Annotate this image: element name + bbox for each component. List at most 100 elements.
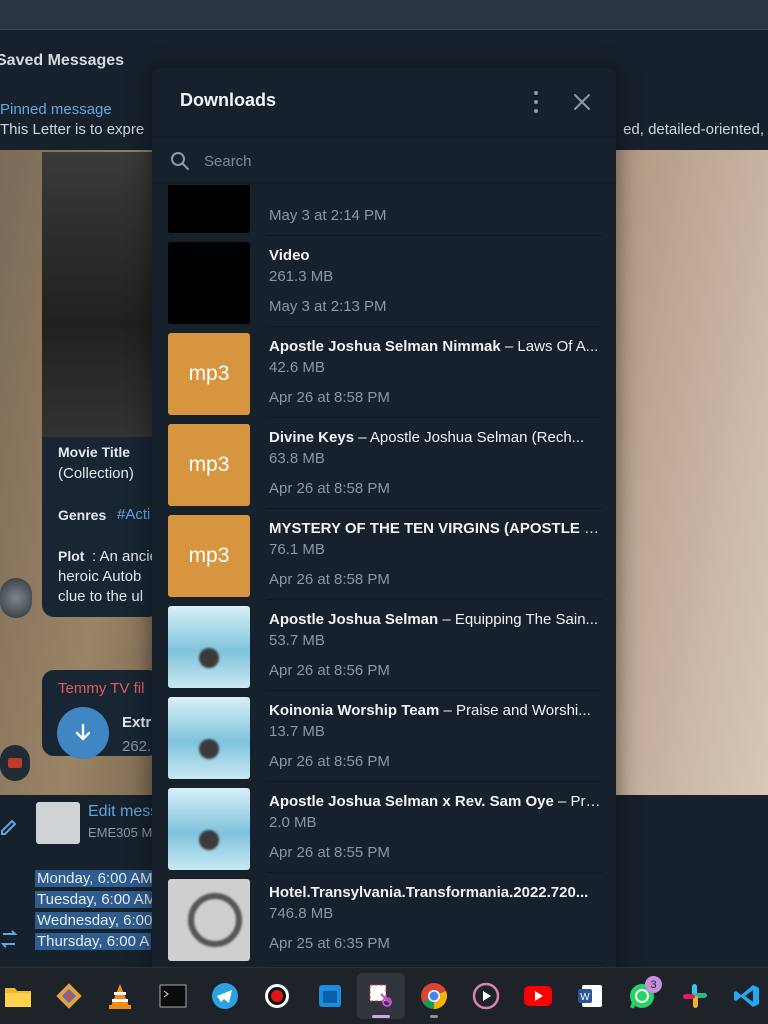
file-title-bold: Divine Keys [269, 429, 355, 446]
file-thumbnail[interactable] [168, 242, 250, 324]
download-item[interactable]: Apostle Joshua Selman x Rev. Sam Oye – P… [152, 782, 616, 873]
file-title: Hotel.Transylvania.Transformania.2022.72… [269, 884, 603, 901]
file-title-rest: – Praise and Worshi... [439, 702, 591, 719]
file-type-label: mp3 [188, 544, 230, 567]
search-input[interactable] [204, 149, 584, 173]
download-arrow-icon [75, 723, 91, 741]
file-size: 261.3 MB [269, 268, 334, 285]
avatar[interactable] [0, 578, 32, 618]
file-date: Apr 26 at 8:56 PM [269, 753, 390, 770]
pinned-label: Pinned message [0, 101, 112, 118]
download-button[interactable] [57, 707, 109, 759]
svg-text:W: W [580, 992, 590, 1003]
genres-hashtag[interactable]: #Acti [117, 506, 150, 523]
downloads-list[interactable]: May 3 at 2:14 PM Video 261.3 MB May 3 at 2:… [152, 185, 616, 967]
download-item[interactable]: May 3 at 2:14 PM [152, 185, 616, 236]
download-item[interactable]: Koinonia Worship Team – Praise and Worsh… [152, 691, 616, 782]
file-title: Koinonia Worship Team – Praise and Worsh… [269, 702, 603, 719]
collection-text: (Collection) [58, 465, 134, 482]
downloads-title: Downloads [180, 90, 277, 110]
file-size: 2.0 MB [269, 814, 317, 831]
file-title-rest: – Apostle Joshua Selman (Rech... [354, 429, 585, 446]
message-photo[interactable] [42, 152, 162, 437]
file-thumbnail[interactable]: mp3 [168, 333, 250, 415]
file-title: Apostle Joshua Selman – Equipping The Sa… [269, 611, 603, 628]
media-player-icon[interactable] [471, 981, 501, 1011]
file-date: Apr 25 at 6:35 PM [269, 935, 390, 952]
plot-line-3: clue to the ul [58, 588, 144, 605]
forward-source[interactable]: Temmy TV fil [58, 680, 144, 697]
movie-title-label: Movie Title [58, 444, 131, 460]
terminal-icon[interactable] [158, 981, 188, 1011]
taskbar: W 3 [0, 967, 768, 1024]
download-item[interactable]: mp3 MYSTERY OF THE TEN VIRGINS (APOSTLE J… [152, 509, 616, 600]
download-item[interactable]: mp3 Apostle Joshua Selman Nimmak – Laws O… [152, 327, 616, 418]
file-title: Apostle Joshua Selman x Rev. Sam Oye – P… [269, 793, 603, 810]
vscode-icon[interactable] [732, 981, 762, 1011]
edit-preview-thumbnail [36, 802, 80, 844]
file-date: Apr 26 at 8:56 PM [269, 662, 390, 679]
file-thumbnail[interactable] [168, 879, 250, 961]
message-bubble: Movie Title (Collection) Genres #Acti Pl… [42, 437, 160, 617]
download-item[interactable]: Video 261.3 MB May 3 at 2:13 PM [152, 236, 616, 327]
file-date: May 3 at 2:13 PM [269, 298, 387, 315]
active-indicator [372, 1015, 390, 1018]
file-title: Divine Keys – Apostle Joshua Selman (Rec… [269, 429, 603, 446]
file-title-bold: Apostle Joshua Selman [269, 611, 439, 628]
obs-icon[interactable] [262, 981, 292, 1011]
file-thumbnail[interactable]: mp3 [168, 424, 250, 506]
switch-icon[interactable] [0, 928, 18, 950]
file-size: 42.6 MB [269, 359, 325, 376]
close-icon [574, 94, 590, 110]
file-name: Extr [122, 714, 152, 731]
pinned-text-tail: ed, detailed-oriented, [623, 121, 764, 138]
file-size: 262. [122, 738, 152, 755]
selected-text-line[interactable]: Wednesday, 6:00 [35, 912, 155, 929]
file-title-bold: Apostle Joshua Selman x Rev. Sam Oye [269, 793, 554, 810]
telegram-icon[interactable] [210, 981, 240, 1011]
file-size: 76.1 MB [269, 541, 325, 558]
window-top-strip [0, 0, 768, 30]
slack-icon[interactable] [680, 981, 710, 1011]
word-icon[interactable]: W [575, 981, 605, 1011]
file-title-bold: Video [269, 247, 310, 264]
chrome-icon[interactable] [419, 981, 449, 1011]
edit-message-sub: EME305 M [88, 825, 153, 840]
file-size: 13.7 MB [269, 723, 325, 740]
file-thumbnail[interactable] [168, 697, 250, 779]
youtube-icon[interactable] [523, 981, 553, 1011]
selected-text-line[interactable]: Tuesday, 6:00 AM [35, 891, 159, 908]
record-icon [8, 758, 22, 768]
git-icon[interactable] [54, 981, 84, 1011]
file-thumbnail[interactable] [168, 788, 250, 870]
file-size: 63.8 MB [269, 450, 325, 467]
download-item[interactable]: Apostle Joshua Selman – Equipping The Sa… [152, 600, 616, 691]
more-options-button[interactable] [524, 90, 548, 114]
file-thumbnail[interactable] [168, 606, 250, 688]
file-thumbnail[interactable] [168, 185, 250, 233]
store-icon[interactable] [315, 981, 345, 1011]
selected-text-line[interactable]: Thursday, 6:00 A [35, 933, 152, 950]
pencil-icon [1, 819, 17, 835]
genres-label: Genres [58, 507, 107, 523]
plot-label: Plot [58, 548, 85, 564]
file-date: Apr 26 at 8:58 PM [269, 389, 390, 406]
dot [534, 91, 538, 95]
file-size: 746.8 MB [269, 905, 334, 922]
download-item[interactable]: Hotel.Transylvania.Transformania.2022.72… [152, 873, 616, 964]
running-indicator [430, 1015, 438, 1018]
close-button[interactable] [570, 90, 594, 114]
selected-text-line[interactable]: Monday, 6:00 AM [35, 870, 155, 887]
snipping-tool-icon[interactable] [366, 981, 396, 1011]
vlc-icon[interactable] [105, 981, 135, 1011]
download-item[interactable]: mp3 Divine Keys – Apostle Joshua Selman (… [152, 418, 616, 509]
scroll-down-button[interactable] [0, 745, 30, 781]
file-explorer-icon[interactable] [3, 981, 33, 1011]
file-title-rest: – Pra... [553, 793, 603, 810]
file-title-bold: MYSTERY OF THE TEN VIRGINS (APOSTLE JO..… [269, 520, 603, 537]
file-date: Apr 26 at 8:58 PM [269, 480, 390, 497]
search-bar [152, 136, 616, 184]
file-thumbnail[interactable]: mp3 [168, 515, 250, 597]
dot [534, 109, 538, 113]
chat-title[interactable]: Saved Messages [0, 52, 124, 70]
